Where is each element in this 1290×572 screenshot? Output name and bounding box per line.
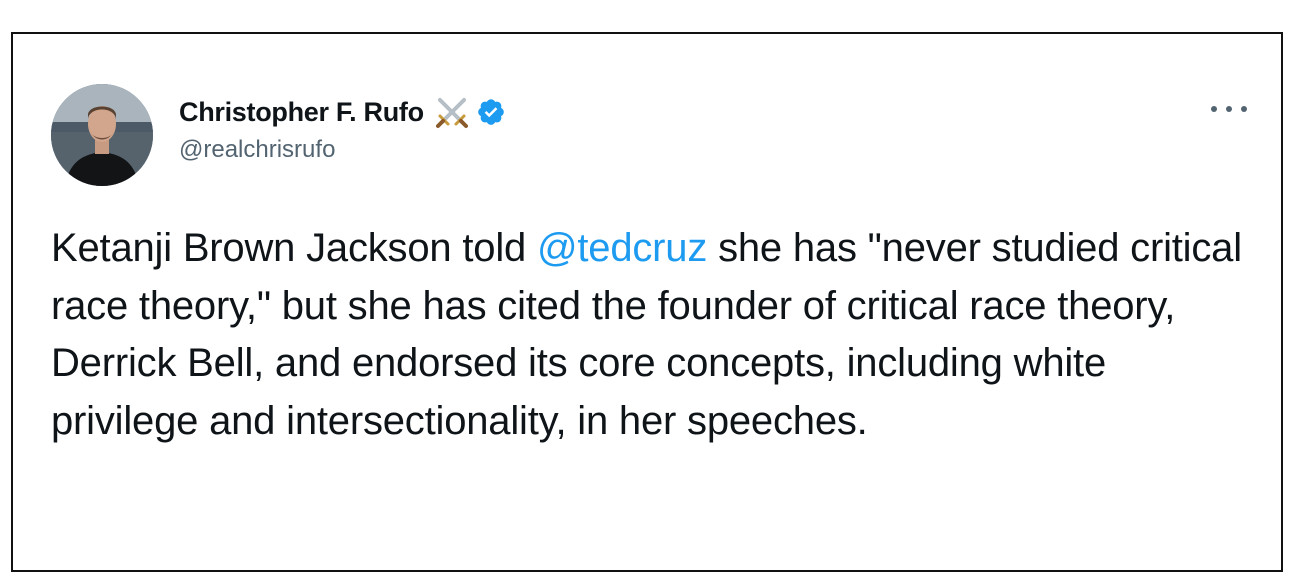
avatar[interactable] [51,84,153,186]
author-block: Christopher F. Rufo @realchrisrufo [179,94,506,164]
more-options-icon[interactable] [1211,94,1247,124]
mention-link[interactable]: @tedcruz [537,226,707,270]
author-name[interactable]: Christopher F. Rufo [179,97,424,128]
tweet-card: Christopher F. Rufo @realchrisrufo Ketan… [11,32,1283,572]
author-name-row: Christopher F. Rufo [179,94,506,130]
author-handle[interactable]: @realchrisrufo [179,136,506,164]
avatar-photo [51,84,153,186]
more-dot [1226,106,1232,112]
tweet-text-start: Ketanji Brown Jackson told [51,226,537,270]
verified-badge-icon [477,99,504,125]
more-dot [1211,106,1217,112]
more-dot [1241,106,1247,112]
tweet-text: Ketanji Brown Jackson told @tedcruz she … [51,220,1251,450]
crossed-swords-icon [435,98,468,128]
